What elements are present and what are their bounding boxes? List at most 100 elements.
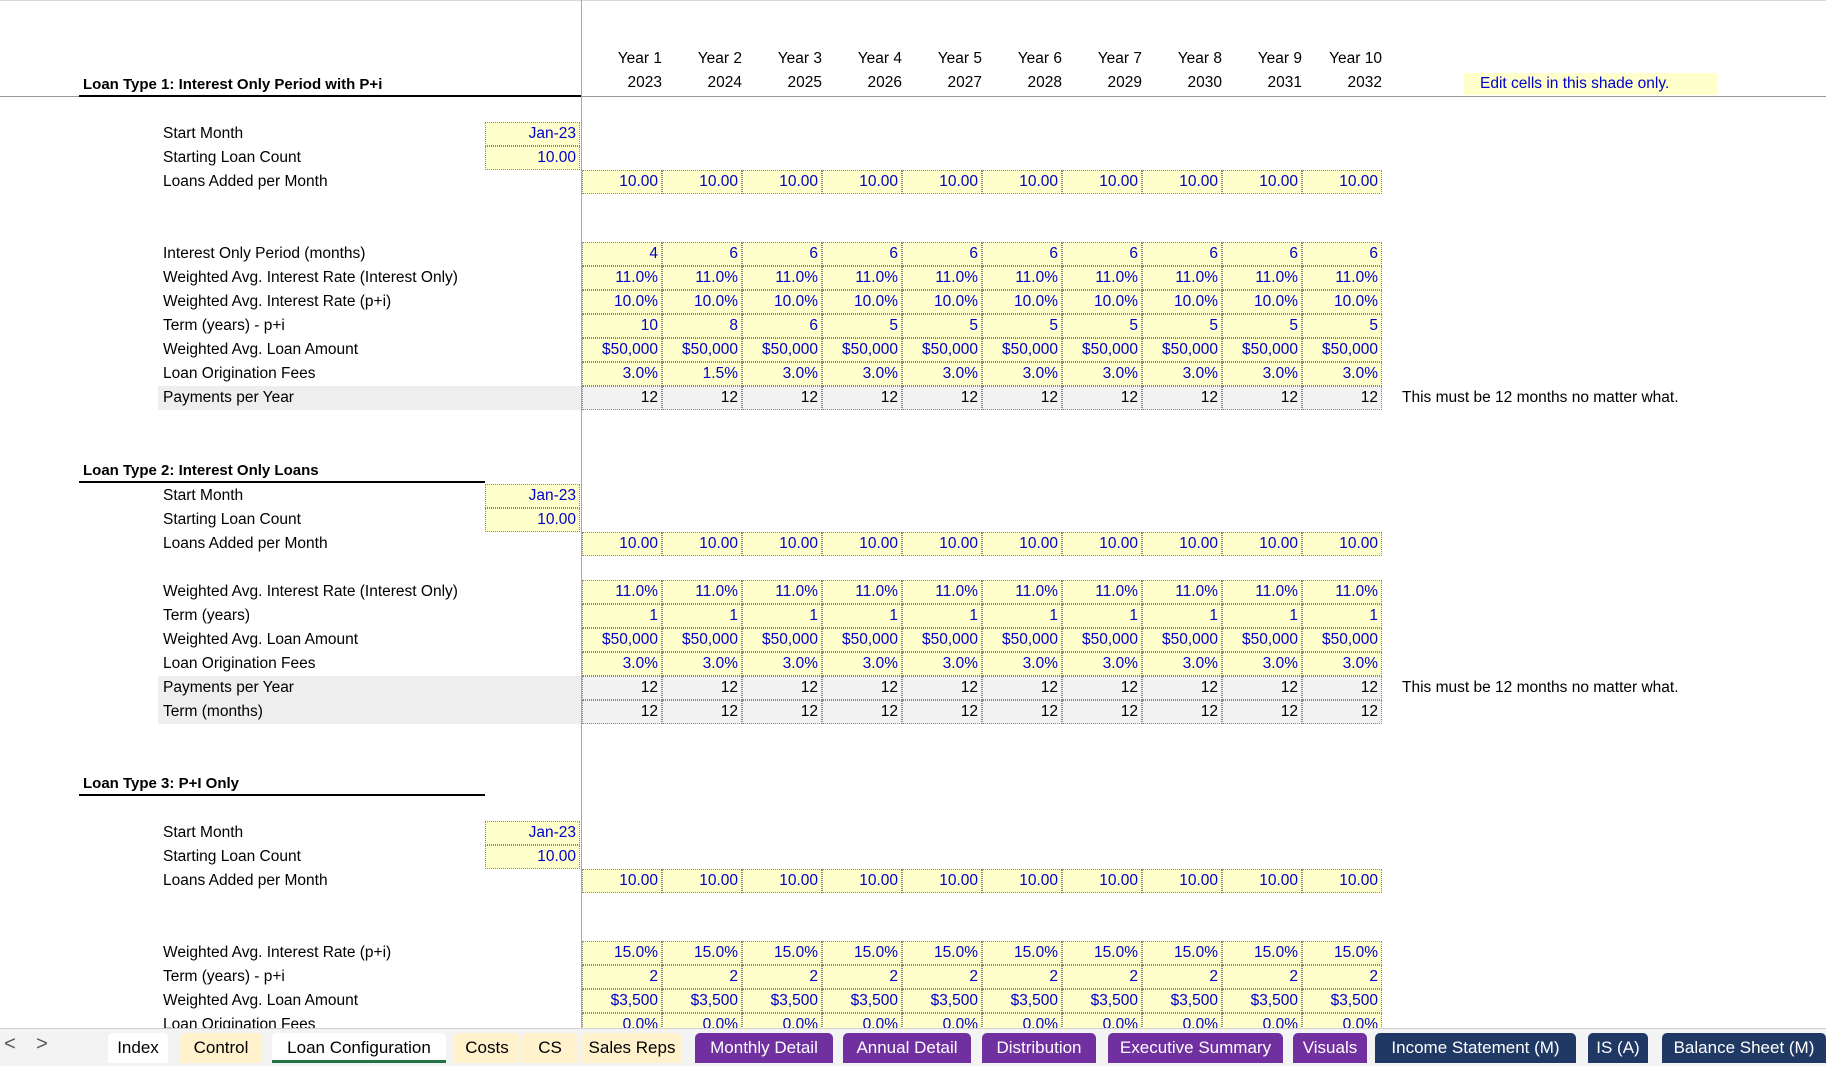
input-cell[interactable]: $3,500 bbox=[902, 989, 982, 1013]
input-cell[interactable]: 0.0% bbox=[1062, 1013, 1142, 1028]
input-cell[interactable]: $50,000 bbox=[662, 628, 742, 652]
input-cell[interactable]: $3,500 bbox=[742, 989, 822, 1013]
starting-loan-count-input[interactable]: 10.00 bbox=[485, 508, 580, 532]
input-cell[interactable]: 5 bbox=[902, 314, 982, 338]
input-cell[interactable]: 3.0% bbox=[582, 362, 662, 386]
input-cell[interactable]: 3.0% bbox=[1222, 362, 1302, 386]
loans-added-cell[interactable]: 10.00 bbox=[822, 532, 902, 556]
input-cell[interactable]: 5 bbox=[1062, 314, 1142, 338]
input-cell[interactable]: 6 bbox=[1062, 242, 1142, 266]
loans-added-cell[interactable]: 10.00 bbox=[1142, 170, 1222, 194]
input-cell[interactable]: 3.0% bbox=[822, 652, 902, 676]
input-cell[interactable]: 2 bbox=[1142, 965, 1222, 989]
input-cell[interactable]: 10.0% bbox=[902, 290, 982, 314]
input-cell[interactable]: 15.0% bbox=[1222, 941, 1302, 965]
loans-added-cell[interactable]: 10.00 bbox=[582, 532, 662, 556]
loans-added-cell[interactable]: 10.00 bbox=[1062, 532, 1142, 556]
loans-added-cell[interactable]: 10.00 bbox=[1222, 170, 1302, 194]
input-cell[interactable]: 2 bbox=[742, 965, 822, 989]
input-cell[interactable]: 6 bbox=[1142, 242, 1222, 266]
sheet-tab[interactable]: Annual Detail bbox=[843, 1033, 971, 1063]
input-cell[interactable]: 11.0% bbox=[822, 266, 902, 290]
input-cell[interactable]: 0.0% bbox=[742, 1013, 822, 1028]
sheet-tab[interactable]: Balance Sheet (M) bbox=[1662, 1033, 1826, 1063]
loans-added-cell[interactable]: 10.00 bbox=[582, 869, 662, 893]
input-cell[interactable]: 15.0% bbox=[902, 941, 982, 965]
input-cell[interactable]: 2 bbox=[1302, 965, 1382, 989]
sheet-tab[interactable]: Executive Summary bbox=[1108, 1033, 1283, 1063]
input-cell[interactable]: 11.0% bbox=[982, 266, 1062, 290]
loans-added-cell[interactable]: 10.00 bbox=[662, 170, 742, 194]
loans-added-cell[interactable]: 10.00 bbox=[1142, 869, 1222, 893]
input-cell[interactable]: $50,000 bbox=[902, 338, 982, 362]
input-cell[interactable]: 11.0% bbox=[582, 580, 662, 604]
input-cell[interactable]: 3.0% bbox=[662, 652, 742, 676]
input-cell[interactable]: 2 bbox=[662, 965, 742, 989]
sheet-tab[interactable]: CS bbox=[522, 1033, 578, 1063]
input-cell[interactable]: 5 bbox=[1302, 314, 1382, 338]
input-cell[interactable]: 10.0% bbox=[582, 290, 662, 314]
starting-loan-count-input[interactable]: 10.00 bbox=[485, 845, 580, 869]
input-cell[interactable]: 10.0% bbox=[1142, 290, 1222, 314]
input-cell[interactable]: 5 bbox=[822, 314, 902, 338]
input-cell[interactable]: 1 bbox=[902, 604, 982, 628]
loans-added-cell[interactable]: 10.00 bbox=[1222, 869, 1302, 893]
input-cell[interactable]: $50,000 bbox=[1222, 338, 1302, 362]
input-cell[interactable]: $50,000 bbox=[1062, 628, 1142, 652]
input-cell[interactable]: 4 bbox=[582, 242, 662, 266]
input-cell[interactable]: 15.0% bbox=[1062, 941, 1142, 965]
input-cell[interactable]: $50,000 bbox=[1302, 338, 1382, 362]
loans-added-cell[interactable]: 10.00 bbox=[822, 869, 902, 893]
input-cell[interactable]: 3.0% bbox=[1222, 652, 1302, 676]
input-cell[interactable]: 10.0% bbox=[1302, 290, 1382, 314]
input-cell[interactable]: 3.0% bbox=[902, 362, 982, 386]
input-cell[interactable]: 15.0% bbox=[1142, 941, 1222, 965]
start-month-input[interactable]: Jan-23 bbox=[485, 821, 580, 845]
loans-added-cell[interactable]: 10.00 bbox=[1222, 532, 1302, 556]
input-cell[interactable]: $50,000 bbox=[1222, 628, 1302, 652]
input-cell[interactable]: $3,500 bbox=[1142, 989, 1222, 1013]
input-cell[interactable]: 10.0% bbox=[982, 290, 1062, 314]
input-cell[interactable]: 10.0% bbox=[1222, 290, 1302, 314]
input-cell[interactable]: 3.0% bbox=[742, 362, 822, 386]
prev-sheet-icon[interactable]: < bbox=[0, 1033, 20, 1056]
input-cell[interactable]: 15.0% bbox=[1302, 941, 1382, 965]
input-cell[interactable]: 15.0% bbox=[742, 941, 822, 965]
input-cell[interactable]: 11.0% bbox=[582, 266, 662, 290]
input-cell[interactable]: 5 bbox=[1222, 314, 1302, 338]
input-cell[interactable]: 3.0% bbox=[1142, 652, 1222, 676]
input-cell[interactable]: $50,000 bbox=[742, 338, 822, 362]
input-cell[interactable]: 11.0% bbox=[982, 580, 1062, 604]
input-cell[interactable]: 1 bbox=[582, 604, 662, 628]
input-cell[interactable]: 11.0% bbox=[662, 266, 742, 290]
input-cell[interactable]: 6 bbox=[662, 242, 742, 266]
sheet-tab[interactable]: IS (A) bbox=[1588, 1033, 1648, 1063]
input-cell[interactable]: $50,000 bbox=[742, 628, 822, 652]
input-cell[interactable]: 2 bbox=[822, 965, 902, 989]
input-cell[interactable]: $3,500 bbox=[662, 989, 742, 1013]
input-cell[interactable]: $3,500 bbox=[1302, 989, 1382, 1013]
input-cell[interactable]: 1 bbox=[1142, 604, 1222, 628]
input-cell[interactable]: 1 bbox=[742, 604, 822, 628]
input-cell[interactable]: $50,000 bbox=[822, 628, 902, 652]
sheet-tab[interactable]: Income Statement (M) bbox=[1375, 1033, 1576, 1063]
input-cell[interactable]: $50,000 bbox=[902, 628, 982, 652]
input-cell[interactable]: 6 bbox=[982, 242, 1062, 266]
input-cell[interactable]: 11.0% bbox=[822, 580, 902, 604]
input-cell[interactable]: $50,000 bbox=[1142, 628, 1222, 652]
input-cell[interactable]: 3.0% bbox=[582, 652, 662, 676]
input-cell[interactable]: 2 bbox=[582, 965, 662, 989]
input-cell[interactable]: 0.0% bbox=[902, 1013, 982, 1028]
input-cell[interactable]: 1 bbox=[1062, 604, 1142, 628]
input-cell[interactable]: 3.0% bbox=[1062, 652, 1142, 676]
loans-added-cell[interactable]: 10.00 bbox=[1062, 170, 1142, 194]
input-cell[interactable]: 3.0% bbox=[982, 652, 1062, 676]
input-cell[interactable]: 5 bbox=[982, 314, 1062, 338]
input-cell[interactable]: 11.0% bbox=[902, 580, 982, 604]
input-cell[interactable]: 5 bbox=[1142, 314, 1222, 338]
input-cell[interactable]: 11.0% bbox=[662, 580, 742, 604]
input-cell[interactable]: 11.0% bbox=[1062, 580, 1142, 604]
input-cell[interactable]: 3.0% bbox=[982, 362, 1062, 386]
input-cell[interactable]: 11.0% bbox=[1142, 580, 1222, 604]
starting-loan-count-input[interactable]: 10.00 bbox=[485, 146, 580, 170]
